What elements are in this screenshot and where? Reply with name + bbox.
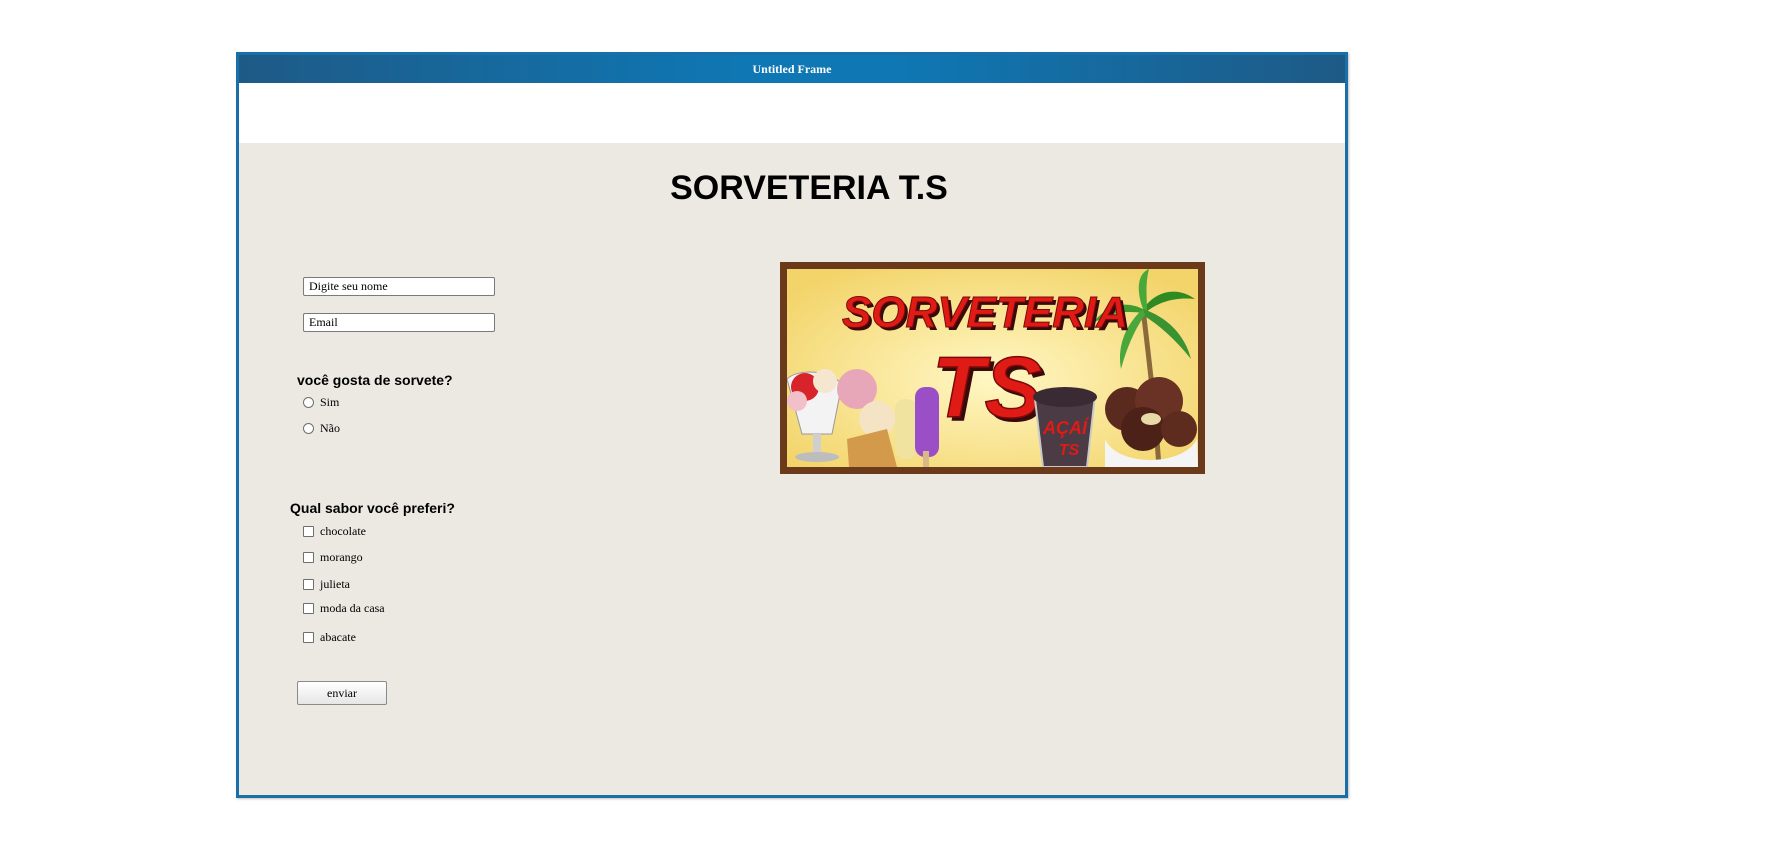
sorveteria-logo-image: SORVETERIA SORVETERIA TS TS AÇAÍ TS — [780, 262, 1205, 474]
radio-button[interactable] — [303, 422, 314, 434]
logo-title: SORVETERIA — [842, 288, 1128, 337]
checkbox-option-morango[interactable]: morango — [303, 549, 363, 565]
page-title: SORVETERIA T.S — [670, 169, 948, 207]
logo-ts: TS — [932, 340, 1042, 436]
header-band — [239, 83, 1345, 143]
checkbox-option-moda-da-casa[interactable]: moda da casa — [303, 600, 385, 616]
checkbox-label: abacate — [320, 629, 356, 644]
acai-cup-icon: AÇAÍ TS — [1033, 387, 1097, 467]
acai-label: AÇAÍ — [1042, 417, 1090, 438]
checkbox-label: moda da casa — [320, 600, 385, 615]
question-likes-icecream: você gosta de sorvete? — [297, 372, 453, 388]
radio-option-sim[interactable]: Sim — [303, 394, 339, 410]
checkbox-label: chocolate — [320, 523, 366, 538]
checkbox[interactable] — [303, 525, 314, 537]
window-title: Untitled Frame — [239, 55, 1345, 83]
submit-button[interactable]: enviar — [297, 681, 387, 705]
radio-label: Sim — [320, 394, 340, 409]
name-input[interactable] — [303, 277, 495, 296]
radio-label: Não — [320, 420, 340, 435]
radio-button[interactable] — [303, 396, 314, 408]
checkbox-label: julieta — [320, 576, 350, 591]
checkbox[interactable] — [303, 631, 314, 643]
checkbox[interactable] — [303, 578, 314, 590]
checkbox[interactable] — [303, 551, 314, 563]
logo-illustration: SORVETERIA SORVETERIA TS TS AÇAÍ TS — [787, 269, 1198, 467]
question-favorite-flavor: Qual sabor você preferi? — [290, 500, 455, 516]
checkbox-label: morango — [320, 549, 363, 564]
checkbox-option-chocolate[interactable]: chocolate — [303, 523, 366, 539]
email-input[interactable] — [303, 313, 495, 332]
radio-option-nao[interactable]: Não — [303, 420, 340, 436]
checkbox[interactable] — [303, 602, 314, 614]
checkbox-option-abacate[interactable]: abacate — [303, 629, 356, 645]
checkbox-option-julieta[interactable]: julieta — [303, 576, 350, 592]
app-window: Untitled Frame SORVETERIA T.S você gosta… — [236, 52, 1348, 798]
acai-ts-label: TS — [1059, 442, 1080, 459]
